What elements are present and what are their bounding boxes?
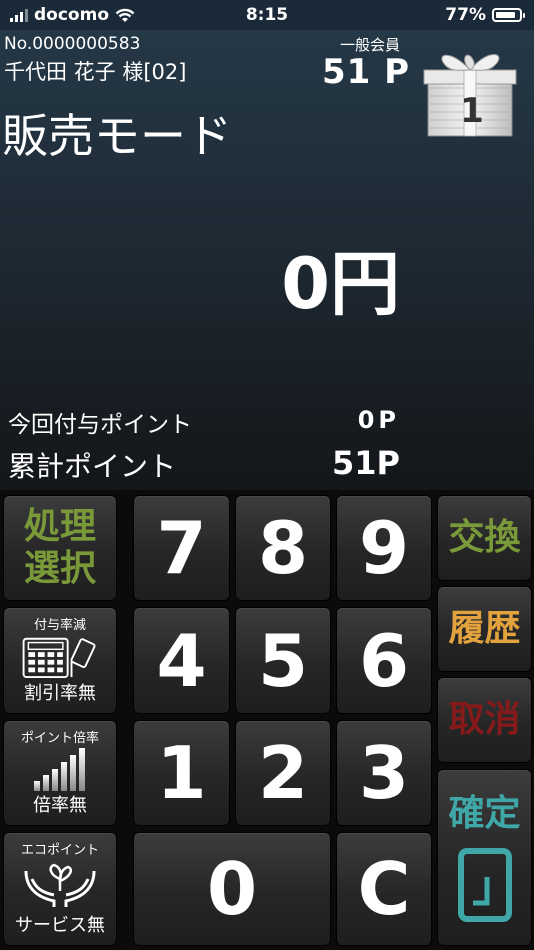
total-points-label: 累計ポイント xyxy=(8,450,177,483)
discount-rate-title: 付与率減 xyxy=(33,618,86,633)
register-card-icon xyxy=(22,637,96,679)
hands-sprout-icon xyxy=(24,863,96,907)
key-5[interactable]: 5 xyxy=(235,607,331,714)
amount-display: 0円 xyxy=(281,243,400,325)
key-9[interactable]: 9 xyxy=(336,495,432,601)
this-time-points-label: 今回付与ポイント xyxy=(8,412,192,438)
discount-rate-button[interactable]: 付与率減 割引率無 xyxy=(3,607,117,714)
point-multiplier-button[interactable]: ポイント倍率 倍率無 xyxy=(3,720,117,826)
discount-rate-value: 割引率無 xyxy=(24,683,96,704)
process-select-line2: 選択 xyxy=(23,548,96,589)
key-1[interactable]: 1 xyxy=(133,720,230,826)
status-right: 77% xyxy=(445,5,525,25)
member-name: 千代田 花子 様[02] xyxy=(4,60,187,84)
battery-icon xyxy=(492,8,525,22)
point-multiplier-value: 倍率無 xyxy=(33,795,87,816)
key-6[interactable]: 6 xyxy=(336,607,432,714)
process-select-line1: 処理 xyxy=(23,506,96,547)
keypad: 処理 選択 付与率減 割引率無 ポイント倍率 倍率無 エコポイント サービス無 … xyxy=(0,490,534,950)
eco-point-value: サービス無 xyxy=(15,915,105,936)
key-7[interactable]: 7 xyxy=(133,495,230,601)
key-4[interactable]: 4 xyxy=(133,607,230,714)
battery-percent: 77% xyxy=(445,5,486,25)
confirm-button[interactable]: 確定 xyxy=(437,769,532,946)
key-8[interactable]: 8 xyxy=(235,495,331,601)
display-panel: No.0000000583 千代田 花子 様[02] 一般会員 51 P 1 販… xyxy=(0,30,534,490)
clear-button[interactable]: C xyxy=(336,832,432,946)
history-button[interactable]: 履歴 xyxy=(437,586,532,672)
status-bar: docomo 8:15 77% xyxy=(0,0,534,30)
eco-point-title: エコポイント xyxy=(20,843,99,858)
confirm-label: 確定 xyxy=(448,792,521,834)
key-3[interactable]: 3 xyxy=(336,720,432,826)
total-points-value: 51P xyxy=(332,444,400,482)
confirm-card-icon xyxy=(457,847,512,922)
gift-badge-count: 1 xyxy=(460,91,484,131)
member-points: 51 P xyxy=(322,52,411,92)
cancel-button[interactable]: 取消 xyxy=(437,677,532,763)
this-time-points-value: 0P xyxy=(357,406,400,434)
point-multiplier-title: ポイント倍率 xyxy=(20,731,99,746)
mode-title: 販売モード xyxy=(2,109,232,163)
gift-box-icon[interactable]: 1 xyxy=(420,40,520,140)
member-number: No.0000000583 xyxy=(4,34,141,54)
key-0[interactable]: 0 xyxy=(133,832,331,946)
process-select-button[interactable]: 処理 選択 xyxy=(3,495,117,601)
bar-chart-icon xyxy=(34,747,85,791)
exchange-button[interactable]: 交換 xyxy=(437,495,532,581)
eco-point-button[interactable]: エコポイント サービス無 xyxy=(3,832,117,946)
key-2[interactable]: 2 xyxy=(235,720,331,826)
